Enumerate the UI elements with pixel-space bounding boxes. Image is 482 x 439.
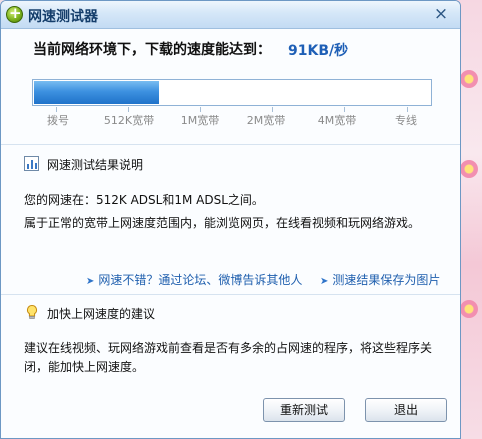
scale-label-leased-line: 专线 [395,114,417,127]
scale-label-4m: 4M宽带 [317,114,357,127]
section-divider [1,144,460,145]
share-link[interactable]: ➤ 网速不错？通过论坛、微博告诉其他人 [86,271,302,288]
speed-scale-ticks [32,107,432,113]
title-bar[interactable]: 网速测试器 × [1,1,460,29]
flower-decoration-icon [460,300,478,318]
speed-test-window: 网速测试器 × 当前网络环境下，下载的速度能达到： 91KB/秒 拨号 512K… [0,0,461,439]
scale-label-dialup: 拨号 [47,114,69,127]
speed-headline: 当前网络环境下，下载的速度能达到： [33,42,271,58]
save-image-link[interactable]: ➤ 测速结果保存为图片 [320,271,440,288]
flower-decoration-icon [460,160,478,178]
lightbulb-icon [26,304,38,319]
advice-title: 加快上网速度的建议 [47,307,156,321]
scale-label-1m: 1M宽带 [180,114,220,127]
speed-value: 91KB/秒 [288,43,349,59]
arrow-right-icon: ➤ [86,276,95,287]
retest-button[interactable]: 重新测试 [263,398,345,422]
speed-progress-fill [34,81,159,104]
window-title: 网速测试器 [28,9,98,25]
arrow-right-icon: ➤ [320,276,329,287]
app-logo-icon [6,4,23,23]
advice-line-1: 建议在线视频、玩网络游戏前查看是否有多余的占网速的程序，将这些程序关 [24,341,433,355]
speed-progress-bar [32,79,432,106]
explanation-line-1: 您的网速在：512K ADSL和1M ADSL之间。 [24,193,264,207]
share-link-label: 网速不错？通过论坛、微博告诉其他人 [98,273,303,287]
explanation-line-2: 属于正常的宽带上网速度范围内，能浏览网页，在线看视频和玩网络游戏。 [24,216,421,230]
close-button[interactable]: × [430,4,452,24]
bar-chart-icon [24,156,39,171]
explanation-title: 网速测试结果说明 [47,158,144,172]
scale-label-512k: 512K宽带 [103,114,155,127]
scale-label-2m: 2M宽带 [246,114,286,127]
save-image-link-label: 测速结果保存为图片 [332,273,441,287]
section-divider [1,294,460,295]
exit-button[interactable]: 退出 [365,398,447,422]
flower-decoration-icon [460,70,478,88]
advice-line-2: 闭，能加快上网速度。 [24,360,145,374]
